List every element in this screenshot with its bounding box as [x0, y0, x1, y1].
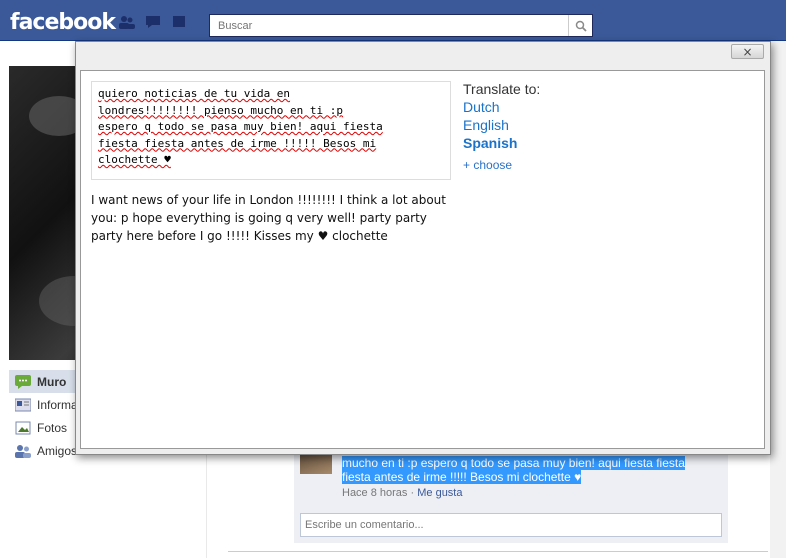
- original-text-line: quiero noticias de tu vida en: [98, 87, 291, 100]
- messages-icon[interactable]: [144, 14, 162, 30]
- comment-text-line: mucho en ti :p espero q todo se pasa muy…: [342, 456, 685, 470]
- translated-text: I want news of your life in London !!!!!…: [91, 193, 446, 243]
- facebook-logo[interactable]: facebook: [10, 10, 116, 35]
- comment-meta: Hace 8 horas · Me gusta: [342, 487, 462, 499]
- comment-text: mucho en ti :p espero q todo se pasa muy…: [342, 456, 714, 484]
- notifications-icon[interactable]: [170, 14, 188, 30]
- info-icon: [14, 398, 32, 412]
- right-column: [770, 41, 786, 558]
- comment-input[interactable]: Escribe un comentario...: [300, 513, 722, 537]
- original-text-line: espero q todo se pasa muy bien! aqui fie…: [98, 120, 383, 133]
- search-input[interactable]: [210, 15, 568, 36]
- original-text-line: londres!!!!!!!! pienso mucho en ti :p: [98, 103, 344, 117]
- language-selector: Translate to: Dutch English Spanish + ch…: [463, 81, 663, 172]
- language-spanish[interactable]: Spanish: [463, 134, 663, 152]
- divider: [228, 551, 768, 552]
- close-icon: ×: [742, 44, 753, 59]
- language-english[interactable]: English: [463, 116, 663, 134]
- dialog-content: quiero noticias de tu vida en londres!!!…: [80, 70, 765, 449]
- sidebar-item-label: Fotos: [37, 420, 68, 435]
- friends-icon: [15, 444, 31, 458]
- translate-dialog: × quiero noticias de tu vida en londres!…: [75, 41, 771, 455]
- sidebar-item-label: Muro: [37, 374, 67, 389]
- sidebar-item-label: Amigos: [37, 443, 78, 458]
- search-bar: [209, 14, 593, 37]
- comment: mucho en ti :p espero q todo se pasa muy…: [294, 452, 728, 543]
- avatar[interactable]: [300, 452, 332, 474]
- photos-icon: [15, 421, 31, 435]
- comment-text-line: fiesta antes de irme !!!!! Besos mi cloc…: [342, 470, 582, 484]
- language-dutch[interactable]: Dutch: [463, 98, 663, 116]
- translate-to-label: Translate to:: [463, 81, 541, 97]
- meta-separator: ·: [410, 487, 415, 499]
- like-link[interactable]: Me gusta: [417, 487, 462, 499]
- original-text-line: fiesta fiesta antes de irme !!!!! Besos …: [98, 136, 377, 150]
- search-icon[interactable]: [568, 15, 592, 36]
- choose-language-link[interactable]: + choose: [463, 158, 663, 172]
- comment-timestamp: Hace 8 horas: [342, 487, 408, 499]
- top-bar: facebook: [0, 0, 786, 41]
- close-button[interactable]: ×: [731, 44, 764, 59]
- original-text-line: clochette ♥: [98, 153, 171, 166]
- wall-icon: [15, 374, 31, 389]
- friend-requests-icon[interactable]: [118, 14, 136, 30]
- original-text-box[interactable]: quiero noticias de tu vida en londres!!!…: [91, 81, 451, 180]
